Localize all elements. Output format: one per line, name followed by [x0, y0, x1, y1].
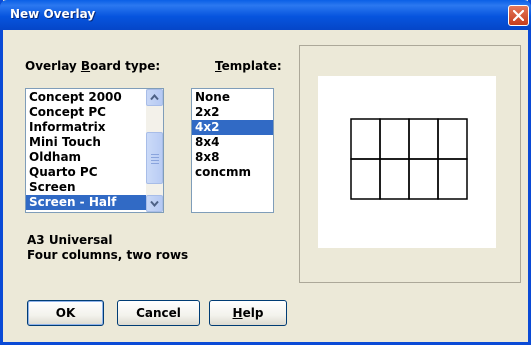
board-type-scrollbar[interactable] [146, 89, 163, 212]
board-type-list-item[interactable]: Concept PC [26, 105, 146, 120]
close-button[interactable] [508, 5, 529, 26]
preview-cell [350, 118, 381, 160]
scroll-thumb[interactable] [146, 132, 163, 184]
template-list-item[interactable]: 8x4 [192, 135, 273, 150]
help-button[interactable]: Help [209, 300, 287, 326]
preview-cell [437, 158, 468, 200]
template-list-item[interactable]: 2x2 [192, 105, 273, 120]
board-type-list-item[interactable]: Quarto PC [26, 165, 146, 180]
board-type-list-item[interactable]: Screen [26, 180, 146, 195]
template-list-item[interactable]: concmm [192, 165, 273, 180]
ok-button[interactable]: OK [27, 300, 104, 326]
preview-frame [299, 45, 521, 283]
board-type-label: Overlay Board type: [25, 59, 161, 73]
close-icon [513, 10, 524, 21]
template-list-item[interactable]: None [192, 90, 273, 105]
board-type-list-item[interactable]: Screen - Half [26, 195, 146, 210]
template-list-item[interactable]: 8x8 [192, 150, 273, 165]
preview-cell [437, 118, 468, 160]
board-type-list-item[interactable]: Oldham [26, 150, 146, 165]
new-overlay-dialog: New Overlay Overlay Board type: Concept … [0, 0, 531, 345]
template-description: Four columns, two rows [27, 248, 189, 262]
board-type-list-item[interactable]: Informatrix [26, 120, 146, 135]
board-type-list-item[interactable]: Mini Touch [26, 135, 146, 150]
title-bar[interactable]: New Overlay [0, 0, 531, 30]
preview-cell [379, 118, 410, 160]
window-title: New Overlay [10, 7, 96, 21]
board-type-list-item[interactable]: Concept 2000 [26, 90, 146, 105]
template-list-item[interactable]: 4x2 [192, 120, 273, 135]
scroll-down-button[interactable] [146, 195, 163, 212]
board-type-listbox[interactable]: Concept 2000 Concept PC Informatrix Mini To… [25, 88, 164, 213]
board-description: A3 Universal [27, 233, 113, 247]
preview-cell [350, 158, 381, 200]
template-label: Template: [215, 59, 282, 73]
template-grid-preview [350, 118, 468, 200]
preview-canvas [318, 76, 496, 248]
arrow-down-icon [150, 200, 159, 207]
arrow-up-icon [150, 94, 159, 101]
preview-cell [379, 158, 410, 200]
template-listbox[interactable]: None 2x2 4x2 8x4 8x8 concmm [191, 88, 274, 213]
preview-cell [408, 158, 439, 200]
preview-cell [408, 118, 439, 160]
cancel-button[interactable]: Cancel [117, 300, 200, 326]
scroll-up-button[interactable] [146, 89, 163, 106]
